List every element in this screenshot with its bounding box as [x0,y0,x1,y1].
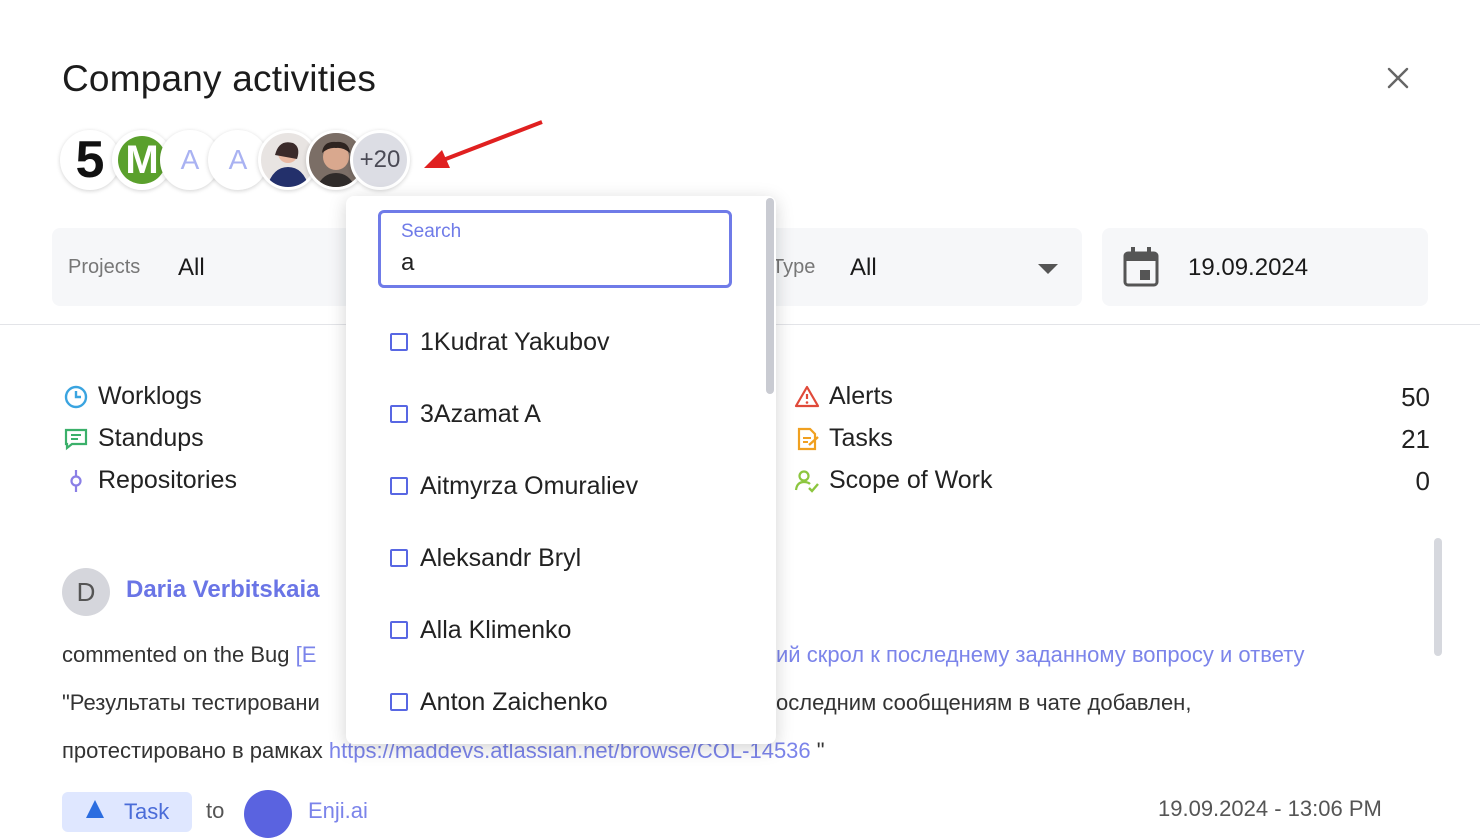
checkbox[interactable] [390,477,408,495]
issue-link[interactable]: ий скрол к последнему заданному вопросу … [776,642,1305,667]
user-option[interactable]: Aleksandr Bryl [390,538,581,578]
option-label: 3Azamat A [420,399,541,428]
issue-link[interactable]: [Е [296,642,317,667]
user-option[interactable]: Anton Zaichenko [390,682,608,722]
stat-repositories[interactable]: Repositories [62,466,237,495]
activity-text: протестировано в рамках [62,738,329,763]
avatar-letter: M [118,136,166,184]
option-label: Alla Klimenko [420,615,572,644]
calendar-icon [1123,247,1159,287]
type-filter[interactable]: Type All [740,228,1082,306]
scrollbar[interactable] [1434,538,1442,656]
user-filter-dropdown: Search 1Kudrat Yakubov 3Azamat A Aitmyrz… [346,196,776,744]
stat-alerts[interactable]: Alerts [793,382,893,411]
activity-line: оследним сообщениям в чате добавлен, [776,690,1191,716]
warning-icon [793,383,821,411]
activity-text: "Результаты тестировани [62,690,320,715]
option-label: 1Kudrat Yakubov [420,327,610,356]
chevron-down-icon [1038,264,1058,274]
stat-value: 50 [1401,382,1430,412]
search-input[interactable] [401,249,711,277]
activity-line: "Результаты тестировани [62,690,320,716]
project-link[interactable]: Enji.ai [308,798,368,824]
user-name-link[interactable]: Daria Verbitskaia [126,576,319,604]
user-option[interactable]: Alla Klimenko [390,610,571,650]
checkbox[interactable] [390,549,408,567]
scrollbar[interactable] [766,198,774,394]
checkbox[interactable] [390,693,408,711]
activity-line: commented on the Bug [Е [62,642,316,668]
to-text: to [206,798,225,823]
stat-label: Standups [98,424,204,452]
option-label: Aleksandr Bryl [420,543,582,572]
person-check-icon [793,467,821,495]
stat-label: Worklogs [98,382,202,410]
projects-label: Projects [68,256,141,278]
option-label: Aitmyrza Omuraliev [420,471,639,500]
option-label: Anton Zaichenko [420,687,608,716]
user-option[interactable]: Aitmyrza Omuraliev [390,466,638,506]
checkbox[interactable] [390,405,408,423]
clock-icon [62,383,90,411]
stat-value: 0 [1415,466,1430,496]
stat-worklogs[interactable]: Worklogs [62,382,202,411]
user-option[interactable]: 1Kudrat Yakubov [390,322,610,362]
checkbox[interactable] [390,333,408,351]
task-chip[interactable]: Task [62,792,192,832]
stat-label: Repositories [98,466,237,494]
page-title: Company activities [62,58,377,99]
search-label: Search [401,221,462,242]
stat-value: 21 [1401,424,1430,454]
stat-standups[interactable]: Standups [62,424,204,453]
activity-text: " [810,738,825,763]
date-filter[interactable]: 19.09.2024 [1102,228,1428,306]
search-field[interactable]: Search [378,210,732,288]
stat-label: Alerts [829,382,893,410]
chip-label: Task [124,799,170,824]
stat-tasks[interactable]: Tasks [793,424,893,453]
chat-icon [62,425,90,453]
projects-value: All [178,254,205,281]
stat-label: Tasks [829,424,893,452]
timestamp: 19.09.2024 - 13:06 PM [1158,796,1382,821]
activity-line: ий скрол к последнему заданному вопросу … [776,642,1305,668]
more-users-badge[interactable]: +20 [350,130,410,190]
task-icon [793,425,821,453]
type-value: All [850,254,877,281]
stat-scope-of-work[interactable]: Scope of Work [793,466,993,495]
projects-filter[interactable]: Projects All [52,228,352,306]
date-value: 19.09.2024 [1188,254,1309,281]
activity-text: оследним сообщениям в чате добавлен, [776,690,1192,715]
annotation-arrow [424,120,543,168]
stat-label: Scope of Work [829,466,993,494]
checkbox[interactable] [390,621,408,639]
project-logo [244,790,292,838]
activity-text: commented on the Bug [62,642,296,667]
user-option[interactable]: 3Azamat A [390,394,541,434]
jira-icon [86,800,104,818]
avatar[interactable]: 5 [60,130,120,190]
avatar[interactable]: D [62,568,110,616]
close-icon[interactable] [1384,64,1412,92]
commit-icon [62,467,90,495]
type-label: Type [772,256,816,278]
